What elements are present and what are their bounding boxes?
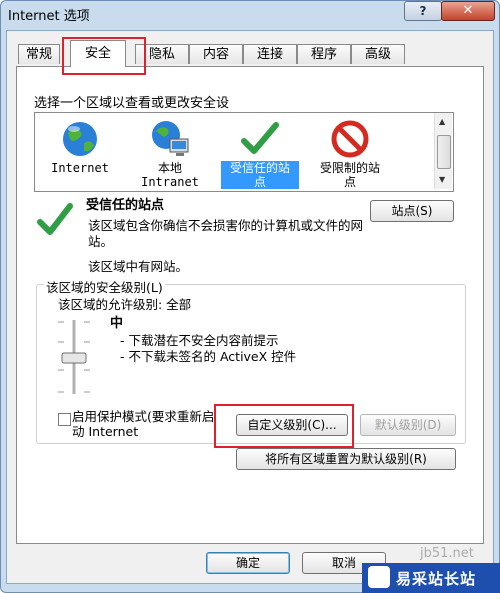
close-button[interactable]: ✕	[441, 1, 495, 21]
window-title: Internet 选项	[8, 9, 90, 24]
help-button[interactable]: ?	[404, 1, 442, 21]
watermark-logo-icon	[368, 566, 390, 588]
zone-title: 受信任的站点	[86, 198, 165, 213]
scroll-thumb[interactable]	[437, 135, 451, 169]
network-globe-icon	[152, 121, 189, 156]
slider-thumb[interactable]	[61, 352, 87, 364]
scroll-up-icon[interactable]: ▲	[439, 117, 445, 126]
default-level-button[interactable]: 默认级别(D)	[360, 414, 456, 436]
checkmark-icon	[37, 203, 73, 235]
custom-level-highlight-box	[214, 404, 354, 448]
zone-local-intranet[interactable]: 本地 Intranet	[131, 117, 209, 189]
reset-all-zones-button[interactable]: 将所有区域重置为默认级别(R)	[236, 448, 456, 470]
allowed-levels-text: 该区域的允许级别: 全部	[58, 297, 192, 312]
zone-label: 本地 Intranet	[141, 161, 199, 189]
tab-connections[interactable]: 连接	[243, 44, 297, 64]
watermark-url: jb51.net	[420, 546, 474, 561]
zone-label: Internet	[51, 161, 109, 175]
zone-restricted-sites[interactable]: 受限制的站点	[311, 117, 389, 189]
no-entry-icon	[331, 120, 369, 158]
site-watermark: 易采站长站	[362, 563, 500, 593]
globe-icon	[63, 122, 97, 156]
scroll-down-icon[interactable]: ▼	[439, 175, 445, 184]
zone-internet[interactable]: Internet	[41, 117, 119, 189]
zone-description: 该区域包含你确信不会损害你的计算机或文件的网站。	[88, 218, 364, 249]
tab-highlight-box	[62, 37, 146, 75]
zone-label: 受信任的站点	[221, 161, 299, 189]
security-level-name: 中	[110, 316, 124, 331]
ok-button[interactable]: 确定	[206, 552, 290, 574]
tab-content[interactable]: 内容	[189, 44, 243, 64]
zone-list-scrollbar[interactable]: ▲ ▼	[434, 113, 452, 189]
zone-list[interactable]: Internet 本地 Intranet 受信任的站点 受限制的站点	[34, 112, 454, 192]
tab-advanced[interactable]: 高级	[351, 44, 405, 64]
zone-prompt: 选择一个区域以查看或更改安全设	[34, 96, 230, 111]
protected-mode-checkbox[interactable]	[58, 413, 71, 426]
sites-button[interactable]: 站点(S)	[370, 200, 454, 222]
title-bar[interactable]: Internet 选项 ? ✕	[0, 0, 498, 30]
protected-mode-label[interactable]: 启用保护模式(要求重新启动 Internet	[72, 409, 222, 439]
zone-sites-text: 该区域中有网站。	[88, 259, 189, 274]
zone-trusted-sites[interactable]: 受信任的站点	[221, 117, 299, 189]
checkmark-icon	[241, 122, 279, 154]
tab-programs[interactable]: 程序	[297, 44, 351, 64]
tab-general[interactable]: 常规	[18, 44, 60, 64]
zone-label: 受限制的站点	[319, 161, 380, 189]
watermark-text: 易采站长站	[396, 570, 477, 588]
security-level-detail: - 不下载未签名的 ActiveX 控件	[120, 349, 297, 364]
security-level-slider[interactable]	[56, 318, 92, 396]
